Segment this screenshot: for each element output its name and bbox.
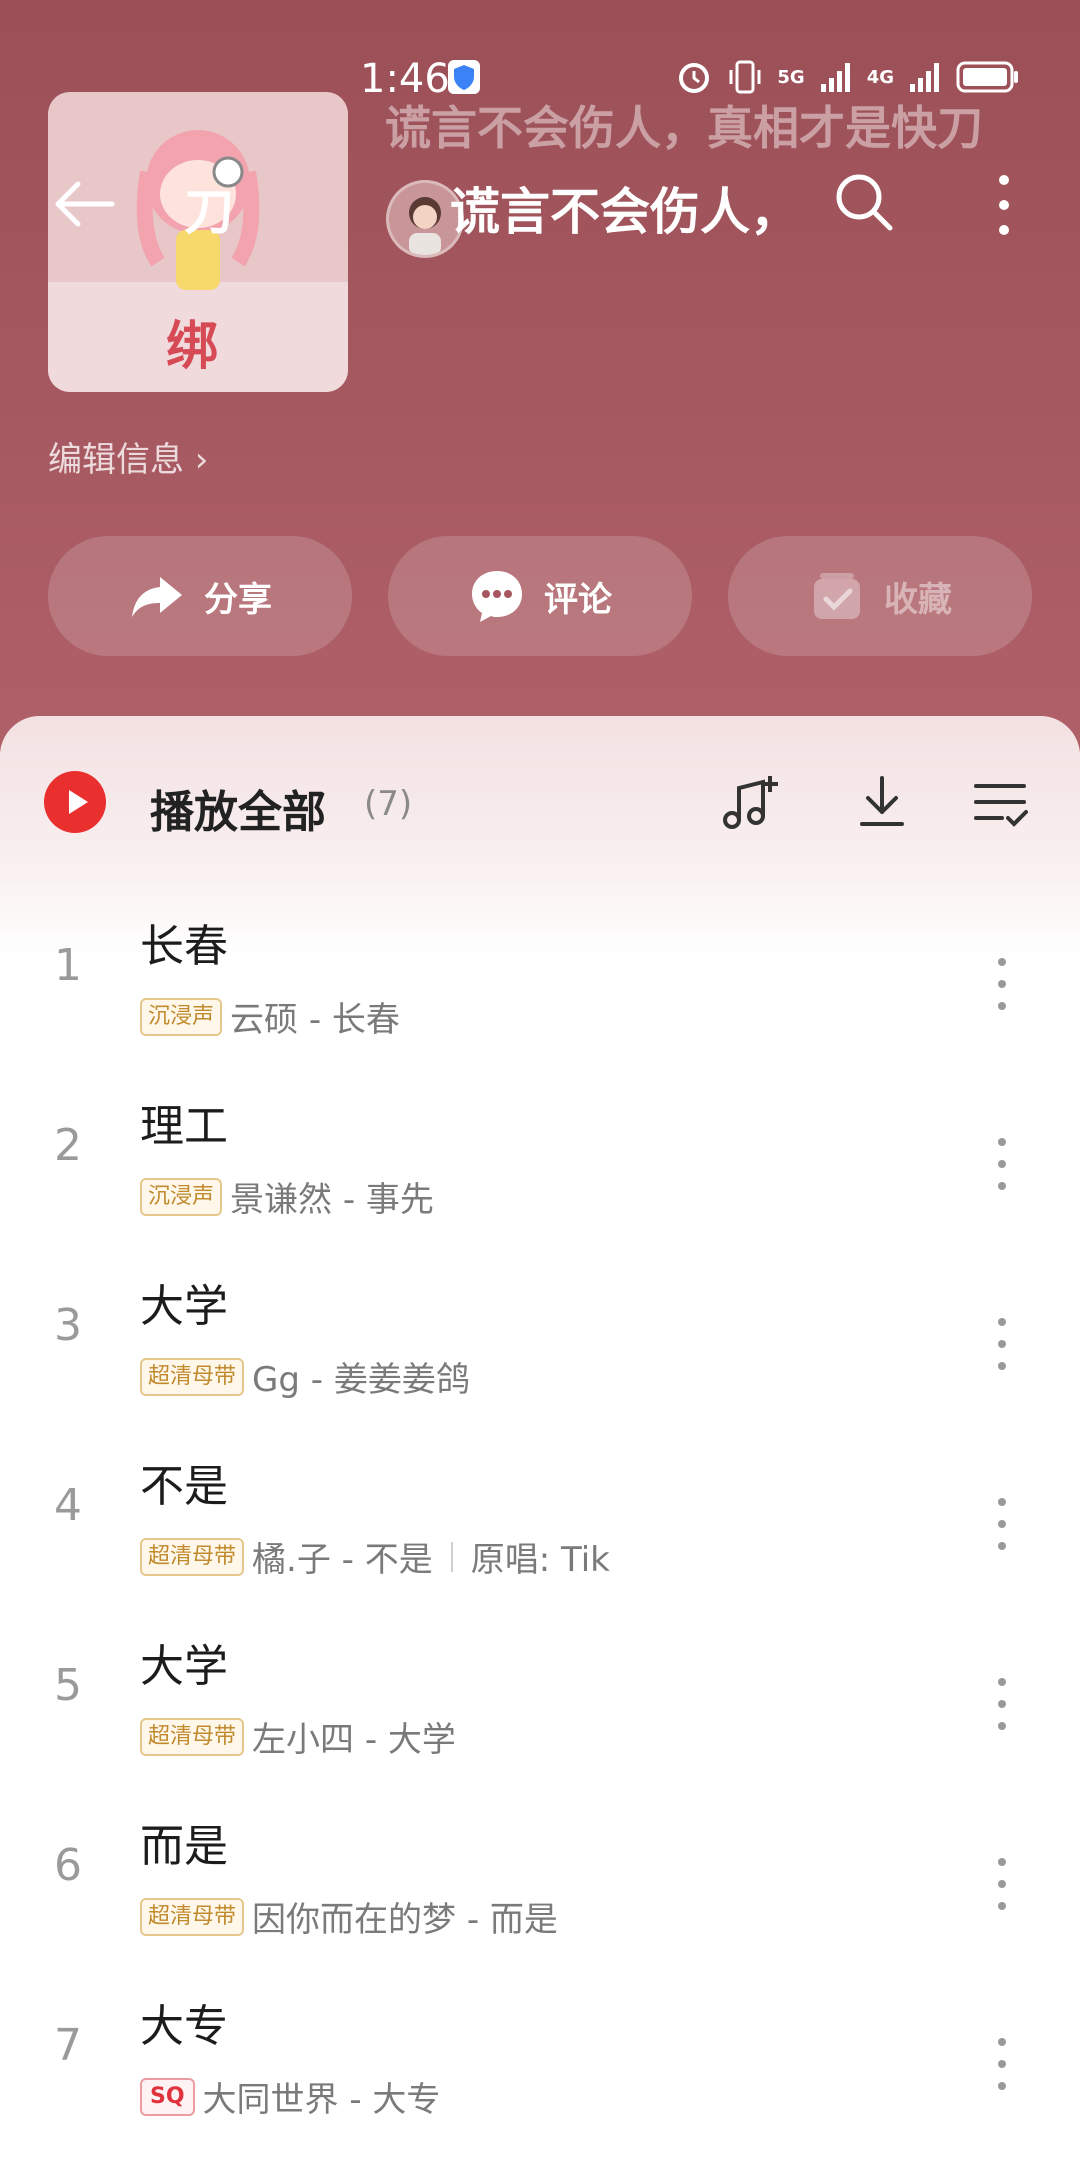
song-subtitle: 沉浸声 景谦然 - 事先 — [140, 1172, 434, 1221]
song-title: 大学 — [140, 1641, 228, 1692]
song-artist: 景谦然 - 事先 — [230, 1180, 434, 1220]
back-arrow-icon[interactable] — [52, 180, 116, 228]
song-artist: 云硕 - 长春 — [230, 1000, 400, 1040]
song-index: 6 — [54, 1840, 82, 1891]
song-row[interactable]: 4 不是 超清母带 橘.子 - 不是 原唱: Tik — [0, 1436, 1080, 1616]
song-artist: Gg - 姜姜姜鸽 — [252, 1360, 470, 1400]
more-vertical-icon[interactable] — [994, 1856, 1010, 1912]
signal-icon-2 — [910, 63, 939, 92]
song-artist: 因你而在的梦 - 而是 — [252, 1900, 558, 1940]
song-index: 1 — [54, 940, 82, 991]
song-row[interactable]: 7 大专 SQ 大同世界 - 大专 — [0, 1976, 1080, 2156]
song-list: 1 长春 沉浸声 云硕 - 长春 2 理工 沉浸声 景谦然 - 事先 3 大学 — [0, 896, 1080, 2156]
song-index: 5 — [54, 1660, 82, 1711]
comment-button[interactable]: 评论 — [388, 536, 692, 656]
signal-4g-label: 4G — [866, 66, 894, 88]
song-title: 理工 — [140, 1101, 228, 1152]
song-index: 7 — [54, 2020, 82, 2071]
more-vertical-icon[interactable] — [992, 172, 1016, 238]
favorite-button[interactable]: 收藏 — [728, 536, 1032, 656]
background-title: 谎言不会伤人，真相才是快刀 — [385, 101, 983, 155]
song-subtitle: 超清母带 橘.子 - 不是 原唱: Tik — [140, 1532, 610, 1581]
quality-badge: 沉浸声 — [140, 997, 223, 1036]
quality-badge: 超清母带 — [140, 1717, 245, 1756]
comment-label: 评论 — [544, 579, 612, 620]
share-label: 分享 — [204, 579, 272, 620]
more-vertical-icon[interactable] — [994, 1496, 1010, 1552]
download-icon[interactable] — [850, 770, 914, 834]
alarm-icon — [679, 63, 710, 93]
share-icon — [132, 577, 182, 617]
quality-badge: SQ — [140, 2077, 195, 2116]
nav-short-title: 刀 — [184, 183, 234, 241]
vibrate-icon — [729, 60, 761, 94]
comment-icon — [472, 571, 522, 622]
page-title: 谎言不会伤人， — [450, 183, 800, 241]
quality-badge: 超清母带 — [140, 1897, 245, 1936]
song-row[interactable]: 2 理工 沉浸声 景谦然 - 事先 — [0, 1076, 1080, 1256]
search-icon[interactable] — [832, 170, 896, 234]
song-subtitle: 超清母带 因你而在的梦 - 而是 — [140, 1892, 558, 1941]
song-title: 长春 — [140, 921, 228, 972]
song-title: 大学 — [140, 1281, 228, 1332]
song-subtitle: SQ 大同世界 - 大专 — [140, 2072, 440, 2121]
cover-text: 绑 — [166, 317, 219, 377]
more-vertical-icon[interactable] — [994, 2036, 1010, 2092]
favorite-check-icon — [814, 573, 860, 619]
song-row[interactable]: 3 大学 超清母带 Gg - 姜姜姜鸽 — [0, 1256, 1080, 1436]
more-vertical-icon[interactable] — [994, 1676, 1010, 1732]
original-singer: 原唱: Tik — [470, 1540, 610, 1580]
song-title: 而是 — [140, 1821, 228, 1872]
edit-info-link[interactable]: 编辑信息 › — [48, 432, 208, 481]
add-music-icon[interactable] — [718, 770, 782, 834]
song-list-panel: 播放全部 (7) 1 长春 沉浸声 云硕 - 长春 2 理工 沉浸声 景谦然 -… — [0, 716, 1080, 2171]
more-vertical-icon[interactable] — [994, 1136, 1010, 1192]
shield-icon — [448, 60, 480, 94]
signal-5g-label: 5G — [777, 66, 805, 88]
subtitle-divider — [450, 1541, 453, 1572]
play-all-button[interactable] — [44, 771, 106, 833]
more-vertical-icon[interactable] — [994, 956, 1010, 1012]
song-subtitle: 沉浸声 云硕 - 长春 — [140, 992, 400, 1041]
play-all-label[interactable]: 播放全部 — [150, 776, 326, 840]
multi-select-icon[interactable] — [968, 770, 1032, 834]
share-button[interactable]: 分享 — [48, 536, 352, 656]
song-artist: 左小四 - 大学 — [252, 1720, 456, 1760]
song-artist: 大同世界 - 大专 — [202, 2080, 441, 2120]
song-artist: 橘.子 - 不是 — [252, 1540, 433, 1580]
song-count: (7) — [364, 784, 413, 824]
play-icon — [69, 790, 88, 814]
song-index: 3 — [54, 1300, 82, 1351]
quality-badge: 沉浸声 — [140, 1177, 223, 1216]
song-index: 4 — [54, 1480, 82, 1531]
song-subtitle: 超清母带 左小四 - 大学 — [140, 1712, 456, 1761]
more-vertical-icon[interactable] — [994, 1316, 1010, 1372]
quality-badge: 超清母带 — [140, 1357, 245, 1396]
song-index: 2 — [54, 1120, 82, 1171]
song-row[interactable]: 6 而是 超清母带 因你而在的梦 - 而是 — [0, 1796, 1080, 1976]
song-title: 不是 — [140, 1461, 228, 1512]
status-icons: 5G 4G — [675, 58, 1020, 96]
signal-icon — [820, 63, 850, 92]
battery-icon — [956, 61, 1018, 93]
song-title: 大专 — [140, 2001, 228, 2052]
song-row[interactable]: 1 长春 沉浸声 云硕 - 长春 — [0, 896, 1080, 1076]
song-subtitle: 超清母带 Gg - 姜姜姜鸽 — [140, 1352, 470, 1401]
song-row[interactable]: 5 大学 超清母带 左小四 - 大学 — [0, 1616, 1080, 1796]
favorite-label: 收藏 — [884, 579, 952, 620]
quality-badge: 超清母带 — [140, 1537, 245, 1576]
